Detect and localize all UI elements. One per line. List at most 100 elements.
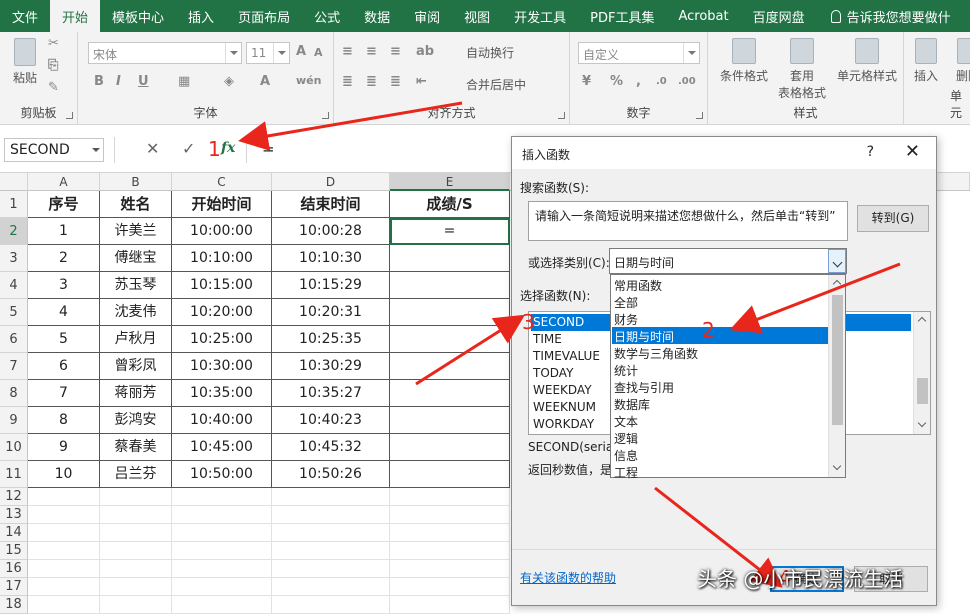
row-header[interactable]: 4 xyxy=(0,272,28,299)
empty-cell[interactable] xyxy=(272,524,390,542)
column-header-b[interactable]: B xyxy=(100,173,172,191)
row-header[interactable]: 6 xyxy=(0,326,28,353)
font-color-icon[interactable]: A xyxy=(260,74,270,89)
category-option[interactable]: 文本 xyxy=(612,412,828,429)
select-all-corner[interactable] xyxy=(0,173,28,191)
align-right-icon[interactable]: ≣ xyxy=(390,74,401,89)
data-cell[interactable]: 10:20:00 xyxy=(172,299,272,326)
orientation-icon[interactable]: ab xyxy=(416,44,434,59)
row-header[interactable]: 15 xyxy=(0,542,28,560)
header-cell[interactable]: 成绩/S xyxy=(390,191,510,218)
empty-cell[interactable] xyxy=(100,560,172,578)
empty-cell[interactable] xyxy=(272,506,390,524)
font-name-select[interactable]: 宋体 xyxy=(88,42,242,64)
fill-color-icon[interactable]: ◈ xyxy=(224,74,234,89)
data-cell[interactable]: 曾彩凤 xyxy=(100,353,172,380)
empty-cell[interactable] xyxy=(100,488,172,506)
data-cell[interactable]: 10:00:00 xyxy=(172,218,272,245)
tab-0[interactable]: 文件 xyxy=(0,0,50,32)
data-cell[interactable]: 吕兰芬 xyxy=(100,461,172,488)
align-left-icon[interactable]: ≣ xyxy=(342,74,353,89)
empty-cell[interactable] xyxy=(28,596,100,614)
empty-cell[interactable] xyxy=(390,578,510,596)
empty-cell[interactable] xyxy=(272,488,390,506)
data-cell[interactable]: 10:20:31 xyxy=(272,299,390,326)
data-cell[interactable]: 9 xyxy=(28,434,100,461)
empty-cell[interactable] xyxy=(172,542,272,560)
percent-icon[interactable]: % xyxy=(610,74,623,89)
format-painter-icon[interactable]: ✎ xyxy=(48,80,59,95)
empty-cell[interactable] xyxy=(100,578,172,596)
clipboard-launcher-icon[interactable] xyxy=(66,112,73,119)
tab-3[interactable]: 插入 xyxy=(176,0,226,32)
data-cell[interactable] xyxy=(390,353,510,380)
category-option[interactable]: 统计 xyxy=(612,361,828,378)
empty-cell[interactable] xyxy=(172,596,272,614)
tab-12[interactable]: 百度网盘 xyxy=(741,0,817,32)
row-header[interactable]: 1 xyxy=(0,191,28,218)
data-cell[interactable]: 5 xyxy=(28,326,100,353)
wrap-text-button[interactable]: 自动换行 xyxy=(466,44,514,61)
data-cell[interactable] xyxy=(390,272,510,299)
row-header[interactable]: 12 xyxy=(0,488,28,506)
category-option[interactable]: 全部 xyxy=(612,293,828,310)
align-center-icon[interactable]: ≣ xyxy=(366,74,377,89)
cancel-icon[interactable]: ✕ xyxy=(146,139,159,158)
empty-cell[interactable] xyxy=(28,560,100,578)
data-cell[interactable]: 10:50:00 xyxy=(172,461,272,488)
empty-cell[interactable] xyxy=(28,542,100,560)
row-header[interactable]: 5 xyxy=(0,299,28,326)
row-header[interactable]: 11 xyxy=(0,461,28,488)
conditional-formatting-button[interactable]: 条件格式 xyxy=(714,38,774,84)
align-top-icon[interactable]: ≡ xyxy=(342,44,353,59)
data-cell[interactable]: 沈麦伟 xyxy=(100,299,172,326)
empty-cell[interactable] xyxy=(28,578,100,596)
paste-button[interactable]: 粘贴 xyxy=(8,38,42,86)
category-option[interactable]: 工程 xyxy=(612,463,828,480)
empty-cell[interactable] xyxy=(272,578,390,596)
name-box[interactable]: SECOND xyxy=(4,138,104,162)
header-cell[interactable]: 序号 xyxy=(28,191,100,218)
row-header[interactable]: 7 xyxy=(0,353,28,380)
data-cell[interactable]: 2 xyxy=(28,245,100,272)
number-launcher-icon[interactable] xyxy=(696,112,703,119)
data-cell[interactable]: 10:40:00 xyxy=(172,407,272,434)
category-option[interactable]: 查找与引用 xyxy=(612,378,828,395)
grow-font-icon[interactable]: A xyxy=(296,44,306,59)
data-cell[interactable]: 10:30:00 xyxy=(172,353,272,380)
decrease-decimal-icon[interactable]: .00 xyxy=(678,76,696,87)
tab-8[interactable]: 视图 xyxy=(452,0,502,32)
cut-icon[interactable]: ✂ xyxy=(48,36,59,51)
data-cell[interactable]: 许美兰 xyxy=(100,218,172,245)
tab-6[interactable]: 数据 xyxy=(352,0,402,32)
data-cell[interactable]: 10:40:23 xyxy=(272,407,390,434)
data-cell[interactable]: 8 xyxy=(28,407,100,434)
empty-cell[interactable] xyxy=(100,506,172,524)
column-header-a[interactable]: A xyxy=(28,173,100,191)
row-header[interactable]: 18 xyxy=(0,596,28,614)
copy-icon[interactable]: ⎘ xyxy=(48,58,58,73)
data-cell[interactable] xyxy=(390,299,510,326)
empty-cell[interactable] xyxy=(390,560,510,578)
row-header[interactable]: 17 xyxy=(0,578,28,596)
data-cell[interactable]: 10:45:00 xyxy=(172,434,272,461)
scroll-down-icon[interactable] xyxy=(832,461,842,471)
data-cell[interactable]: 10:10:30 xyxy=(272,245,390,272)
category-option[interactable]: 常用函数 xyxy=(612,276,828,293)
data-cell[interactable]: 10:15:29 xyxy=(272,272,390,299)
data-cell[interactable]: 苏玉琴 xyxy=(100,272,172,299)
format-as-table-button[interactable]: 套用 表格格式 xyxy=(774,38,830,101)
empty-cell[interactable] xyxy=(172,578,272,596)
enter-icon[interactable]: ✓ xyxy=(182,139,195,158)
category-dropdown-list[interactable]: 常用函数 全部 财务 日期与时间 数学与三角函数 统计 查找与引用 数据库 文本 逻辑 信息 工程 xyxy=(610,274,846,480)
empty-cell[interactable] xyxy=(100,596,172,614)
data-cell[interactable]: 10:00:28 xyxy=(272,218,390,245)
empty-cell[interactable] xyxy=(172,560,272,578)
tab-5[interactable]: 公式 xyxy=(302,0,352,32)
function-help-link[interactable]: 有关该函数的帮助 xyxy=(520,569,616,586)
row-header[interactable]: 2 xyxy=(0,218,28,245)
number-format-select[interactable]: 自定义 xyxy=(578,42,700,64)
empty-cell[interactable] xyxy=(172,524,272,542)
empty-cell[interactable] xyxy=(390,542,510,560)
column-header-e[interactable]: E xyxy=(390,173,510,191)
